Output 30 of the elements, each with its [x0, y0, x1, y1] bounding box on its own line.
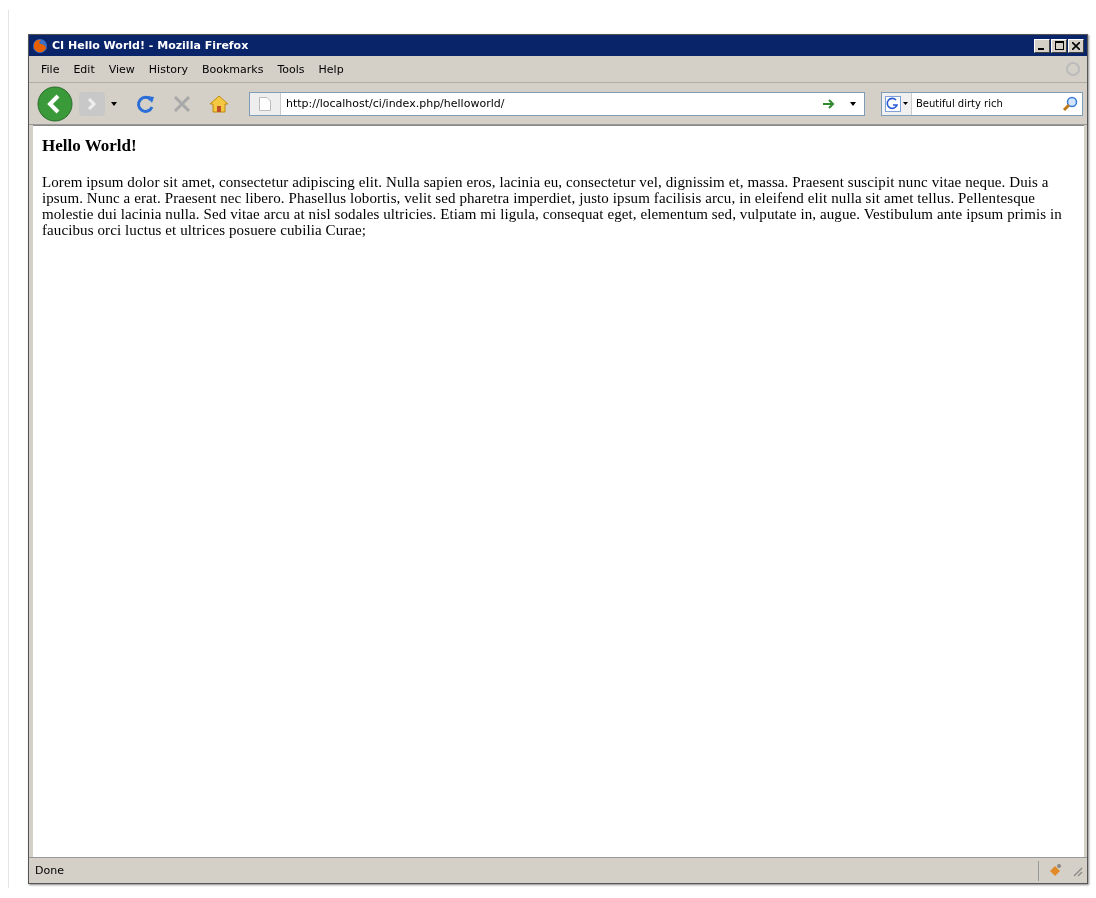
go-arrow-icon[interactable]	[822, 97, 836, 110]
reload-button[interactable]	[135, 93, 155, 114]
status-text: Done	[35, 864, 65, 877]
throbber-icon	[1065, 61, 1081, 77]
close-icon	[1072, 41, 1080, 50]
dropdown-icon[interactable]	[850, 101, 856, 106]
back-button[interactable]	[37, 85, 73, 122]
address-field[interactable]: http://localhost/ci/index.php/helloworld/	[249, 91, 865, 116]
window-title: CI Hello World! - Mozilla Firefox	[52, 39, 250, 52]
menu-item[interactable]: View	[102, 60, 141, 78]
menu-item[interactable]: Help	[312, 60, 350, 78]
home-button[interactable]	[209, 94, 229, 113]
page-heading: Hello World!	[42, 136, 138, 156]
menu-item[interactable]: File	[35, 60, 66, 78]
close-button[interactable]	[1068, 38, 1084, 53]
minimize-icon	[1038, 47, 1044, 50]
page-icon	[259, 96, 271, 111]
search-field[interactable]: Beutiful dirty rich	[881, 91, 1083, 116]
dropdown-icon[interactable]	[903, 102, 908, 105]
page-paragraph: Lorem ipsum dolor sit amet, consectetur adipiscing elit. Nulla sapien eros, lacinia eu, consectetur vel, dignissim et, massa. Praesent suscipit nunc vitae neque. Duis a ipsum. Nunc a erat. Praesent nec libero. Phasellus lobortis, velit sed pharetra imperdiet, justo ipsum facilisis arcu, in eleifend elit nulla sit amet tellus. Pellentesque molestie dui lacinia nulla. Sed vitae arcu at nisl sodales ultricies. Etiam mi ligula, consequat eget, elementum sed, vulputate in, augue. Vestibulum ante ipsum primis in faucibus orci luctus et ultrices posuere cubilia Curae;	[42, 174, 1063, 238]
search-icon[interactable]	[1062, 95, 1078, 112]
google-g-icon[interactable]	[885, 95, 901, 112]
menu-item[interactable]: History	[142, 60, 194, 78]
history-dropdown-button[interactable]	[111, 101, 117, 106]
menu-item[interactable]: Bookmarks	[196, 60, 270, 78]
menu-item[interactable]: Tools	[271, 60, 311, 78]
minimize-button[interactable]	[1034, 38, 1050, 53]
maximize-icon	[1054, 41, 1064, 50]
maximize-button[interactable]	[1051, 38, 1067, 53]
menu-item[interactable]: Edit	[67, 60, 101, 78]
